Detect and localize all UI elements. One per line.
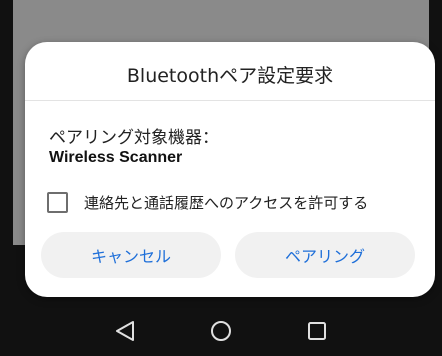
pair-button[interactable]: ペアリング [235, 232, 415, 278]
recents-button[interactable] [305, 319, 329, 343]
back-button[interactable] [113, 319, 137, 343]
back-triangle-icon [116, 320, 134, 341]
home-circle-icon [211, 320, 231, 341]
contacts-access-label: 連絡先と通話履歴へのアクセスを許可する [84, 193, 369, 212]
contacts-access-checkbox[interactable] [47, 191, 68, 213]
pairing-dialog: Bluetoothペア設定要求 ペアリング対象機器： Wireless Scan… [25, 42, 435, 297]
target-device-label: ペアリング対象機器： [49, 128, 219, 148]
recents-square-icon [308, 321, 326, 340]
navigation-bar [0, 305, 442, 356]
device-name: Wireless Scanner [49, 149, 183, 166]
title-divider [25, 100, 435, 101]
dialog-title: Bluetoothペア設定要求 [126, 65, 334, 87]
contacts-access-row[interactable]: 連絡先と通話履歴へのアクセスを許可する [47, 190, 368, 214]
home-button[interactable] [209, 319, 233, 343]
cancel-button[interactable]: キャンセル [41, 232, 221, 278]
